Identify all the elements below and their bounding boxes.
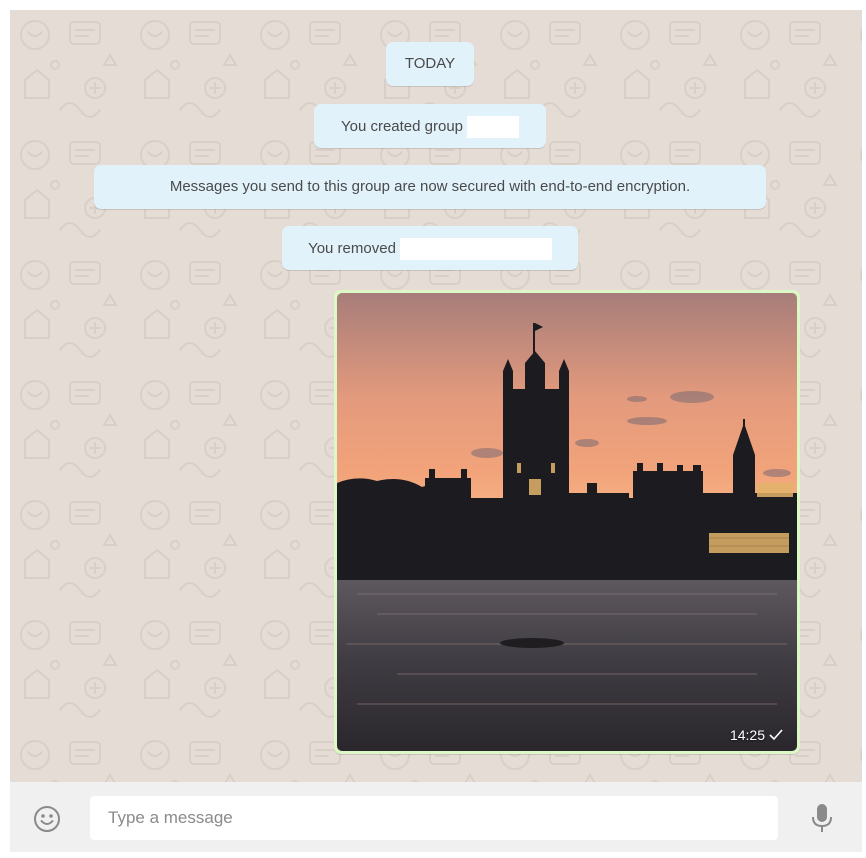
chat-window: TODAY You created group Messages you sen… [0,0,866,858]
message-composer [10,782,862,852]
outgoing-image-message[interactable]: 14:25 [334,290,800,754]
image-thumbnail[interactable]: 14:25 [337,293,797,751]
date-divider-label: TODAY [404,55,456,72]
redacted-contact-name [399,238,552,260]
system-message-text: Messages you send to this group are now … [169,178,691,195]
date-divider: TODAY [386,42,474,86]
system-message-text: You created group [340,117,464,135]
message-list[interactable]: TODAY You created group Messages you sen… [10,10,862,782]
sunset-photo [337,293,797,751]
message-meta: 14:25 [730,727,783,743]
single-check-icon [769,729,783,741]
system-message-text: You removed [308,239,396,257]
smiley-icon [34,806,60,832]
voice-record-button[interactable] [810,802,834,834]
emoji-button[interactable] [32,804,62,834]
system-message-group-created: You created group [314,104,546,148]
microphone-icon [812,804,832,832]
system-message-removed: You removed [282,226,578,270]
message-input-wrapper [90,796,778,840]
message-time: 14:25 [729,727,765,743]
redacted-group-name [467,116,520,138]
system-message-encryption: Messages you send to this group are now … [94,165,766,209]
message-input[interactable] [90,796,778,840]
